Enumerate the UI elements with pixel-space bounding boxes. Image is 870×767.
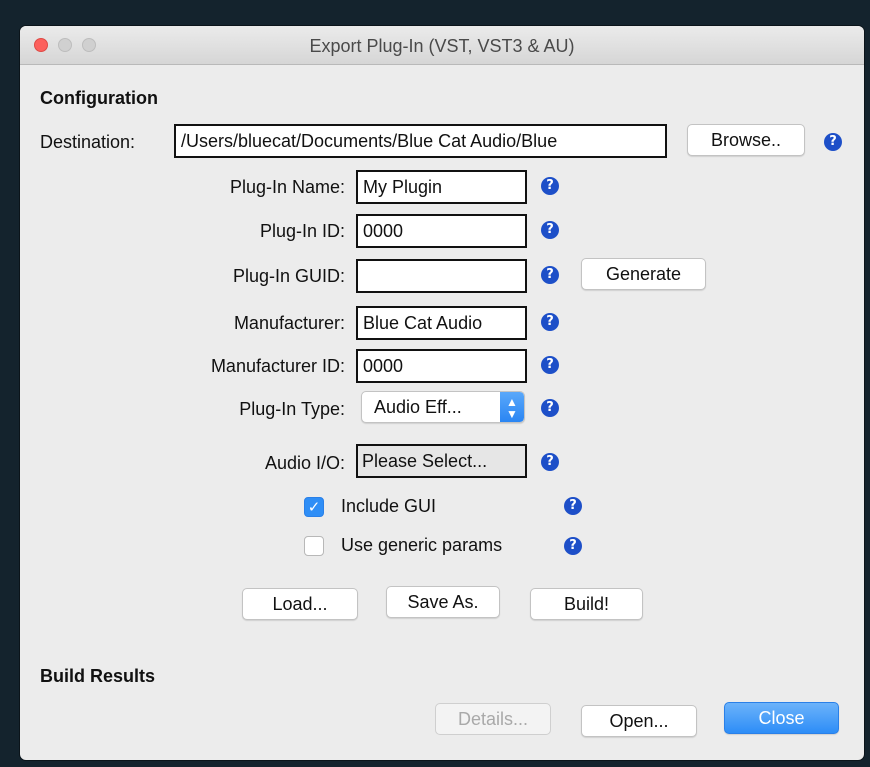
plugin-guid-field[interactable] xyxy=(356,259,527,293)
include-gui-help-icon[interactable]: ? xyxy=(564,497,582,515)
plugin-type-help-icon[interactable]: ? xyxy=(541,399,559,417)
browse-button[interactable]: Browse.. xyxy=(687,124,805,156)
manufacturer-id-label: Manufacturer ID: xyxy=(210,356,345,376)
audio-io-label: Audio I/O: xyxy=(264,453,345,473)
export-plugin-window: Export Plug-In (VST, VST3 & AU) Configur… xyxy=(20,26,864,760)
plugin-guid-help-icon[interactable]: ? xyxy=(541,266,559,284)
plugin-id-help-icon[interactable]: ? xyxy=(541,221,559,239)
include-gui-label: Include GUI xyxy=(341,496,437,516)
plugin-type-select[interactable]: Audio Eff... ▲ ▼ xyxy=(361,391,525,423)
close-button[interactable]: Close xyxy=(724,702,839,734)
window-title: Export Plug-In (VST, VST3 & AU) xyxy=(309,36,575,56)
details-button[interactable]: Details... xyxy=(435,703,551,735)
save-as-button[interactable]: Save As. xyxy=(386,586,500,618)
plugin-type-label: Plug-In Type: xyxy=(239,399,345,419)
plugin-id-field[interactable]: 0000 xyxy=(356,214,527,248)
open-button[interactable]: Open... xyxy=(581,705,697,737)
title-bar: Export Plug-In (VST, VST3 & AU) xyxy=(20,26,864,65)
load-button[interactable]: Load... xyxy=(242,588,358,620)
up-down-chevron-icon: ▲ ▼ xyxy=(500,392,524,422)
destination-help-icon[interactable]: ? xyxy=(824,133,842,151)
manufacturer-label: Manufacturer: xyxy=(233,313,345,333)
generic-params-label: Use generic params xyxy=(341,535,503,555)
checkmark-icon: ✓ xyxy=(307,498,321,516)
audio-io-help-icon[interactable]: ? xyxy=(541,453,559,471)
generate-button[interactable]: Generate xyxy=(581,258,706,290)
manufacturer-id-help-icon[interactable]: ? xyxy=(541,356,559,374)
manufacturer-help-icon[interactable]: ? xyxy=(541,313,559,331)
include-gui-checkbox[interactable]: ✓ xyxy=(304,497,324,517)
configuration-heading: Configuration xyxy=(40,88,158,108)
plugin-name-field[interactable]: My Plugin xyxy=(356,170,527,204)
plugin-name-label: Plug-In Name: xyxy=(229,177,345,197)
plugin-type-value: Audio Eff... xyxy=(374,397,462,417)
destination-field[interactable]: /Users/bluecat/Documents/Blue Cat Audio/… xyxy=(174,124,667,158)
manufacturer-field[interactable]: Blue Cat Audio xyxy=(356,306,527,340)
manufacturer-id-field[interactable]: 0000 xyxy=(356,349,527,383)
build-results-heading: Build Results xyxy=(40,666,156,686)
plugin-guid-label: Plug-In GUID: xyxy=(232,266,345,286)
destination-label: Destination: xyxy=(40,132,136,152)
plugin-id-label: Plug-In ID: xyxy=(259,221,345,241)
generic-params-checkbox[interactable] xyxy=(304,536,324,556)
build-button[interactable]: Build! xyxy=(530,588,643,620)
audio-io-select[interactable]: Please Select... xyxy=(356,444,527,478)
generic-params-help-icon[interactable]: ? xyxy=(564,537,582,555)
plugin-name-help-icon[interactable]: ? xyxy=(541,177,559,195)
